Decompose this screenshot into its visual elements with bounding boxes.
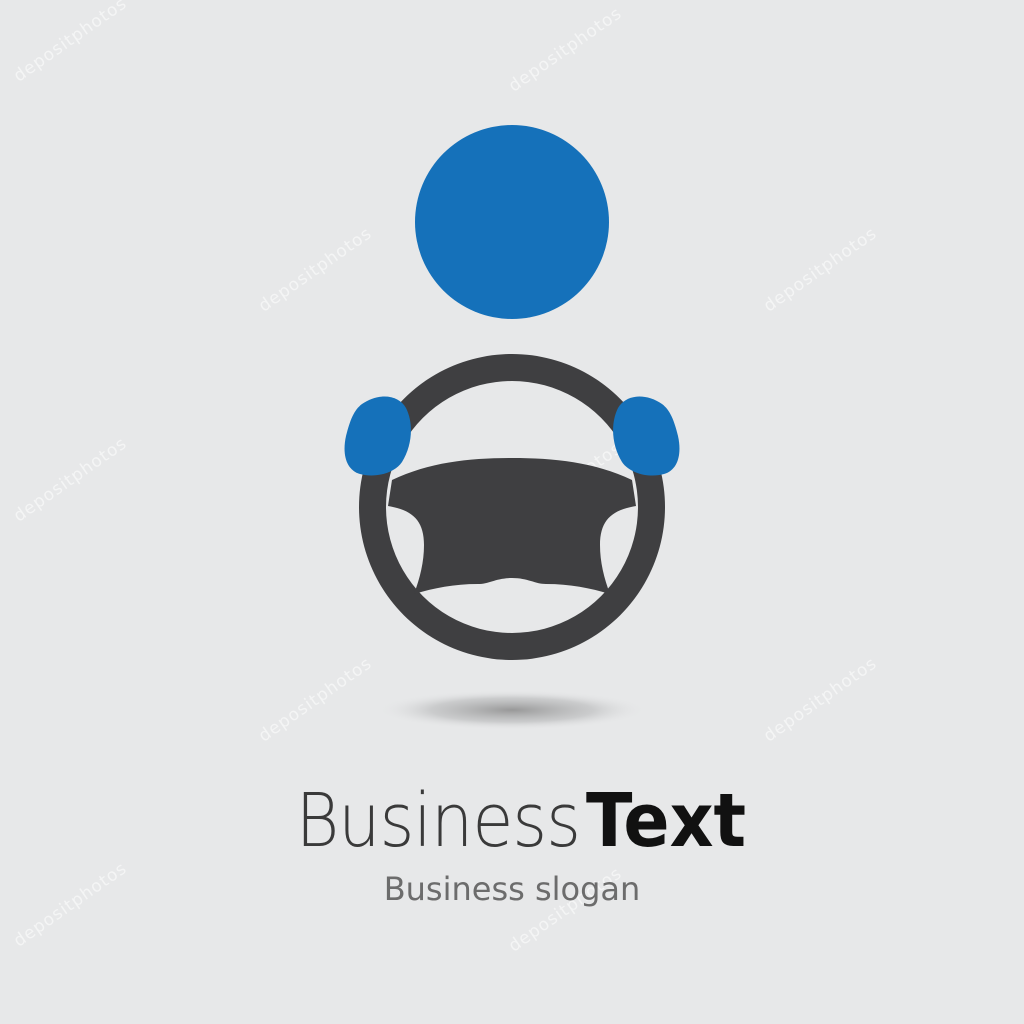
brand-title-bold: Text bbox=[586, 778, 747, 864]
logo-canvas: depositphotos depositphotos depositphoto… bbox=[0, 0, 1024, 1024]
steering-wheel-icon bbox=[359, 354, 666, 661]
person-head-icon bbox=[415, 125, 609, 319]
brand-slogan: Business slogan bbox=[383, 870, 641, 908]
brand-title-light: Business bbox=[295, 778, 581, 864]
ground-shadow bbox=[377, 690, 647, 730]
right-hand-icon bbox=[613, 396, 680, 476]
driver-logo-graphic bbox=[344, 125, 680, 730]
left-hand-icon bbox=[344, 396, 411, 476]
brand-title: BusinessText bbox=[0, 778, 1024, 864]
